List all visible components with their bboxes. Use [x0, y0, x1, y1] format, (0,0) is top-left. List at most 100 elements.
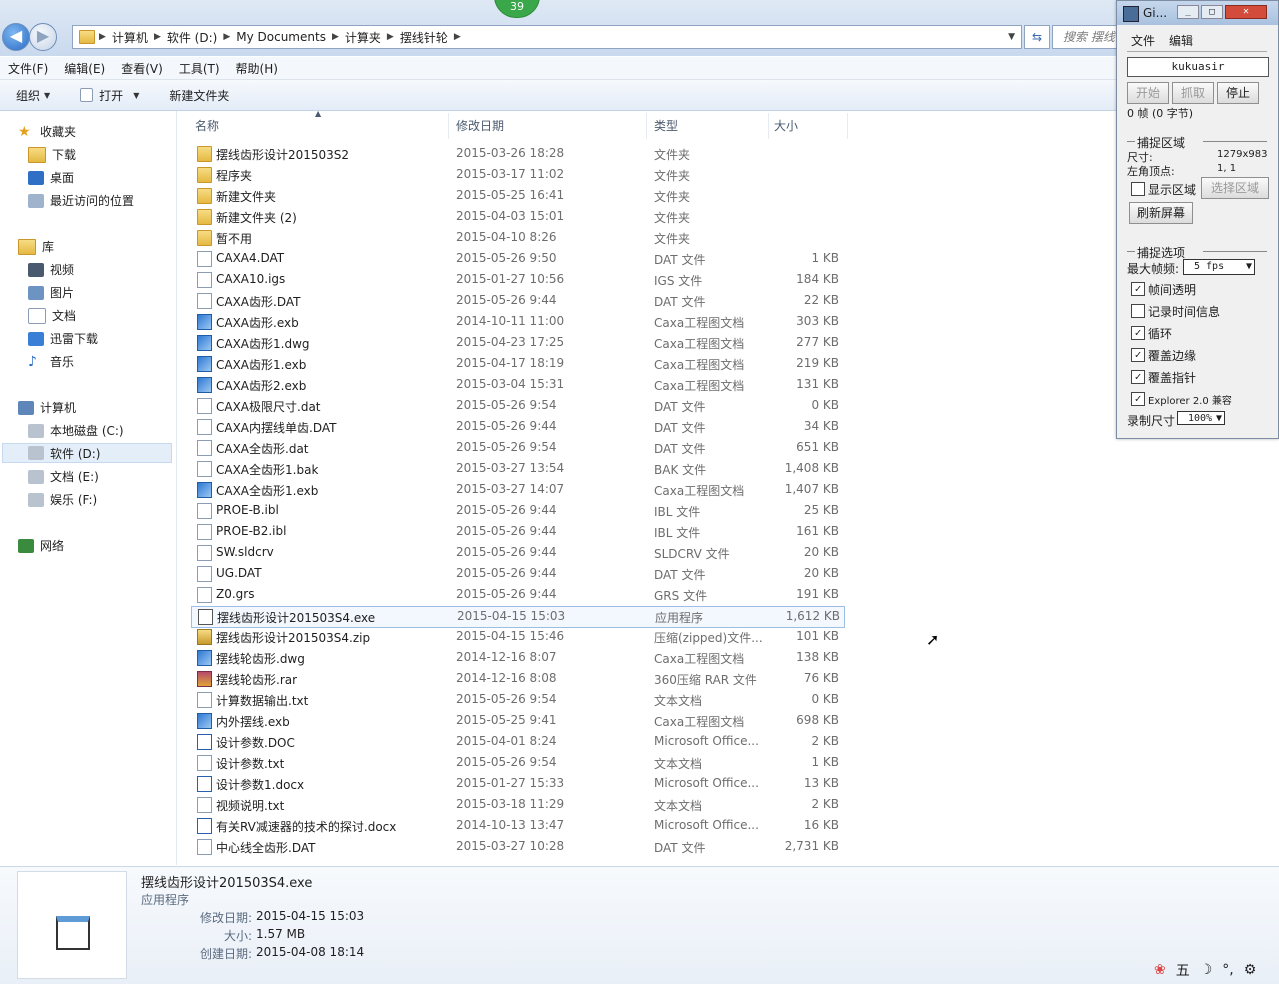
- fps-select[interactable]: 5 fps ▼: [1183, 259, 1255, 275]
- table-row[interactable]: CAXA齿形2.exb 2015-03-04 15:31 Caxa工程图文档 131 …: [191, 375, 843, 395]
- table-row[interactable]: CAXA齿形.exb 2014-10-11 11:00 Caxa工程图文档 303 K…: [191, 312, 843, 332]
- border-checkbox[interactable]: ✓: [1131, 348, 1145, 362]
- table-row[interactable]: CAXA极限尺寸.dat 2015-05-26 9:54 DAT 文件 0 KB: [191, 396, 843, 416]
- table-row[interactable]: 设计参数1.docx 2015-01-27 15:33 Microsoft Offi…: [191, 774, 843, 794]
- breadcrumb-mydocuments[interactable]: My Documents: [232, 30, 330, 44]
- table-row[interactable]: 摆线齿形设计201503S4.exe 2015-04-15 15:03 应用程序 1,…: [191, 606, 845, 628]
- table-row[interactable]: CAXA内摆线单齿.DAT 2015-05-26 9:44 DAT 文件 34 KB: [191, 417, 843, 437]
- nav-computer[interactable]: 计算机: [18, 399, 76, 416]
- back-button[interactable]: ◀: [2, 23, 30, 51]
- nav-drive-e[interactable]: 文档 (E:): [28, 468, 99, 485]
- capture-button[interactable]: 抓取: [1172, 82, 1214, 104]
- nav-videos[interactable]: 视频: [28, 261, 74, 278]
- menu-help[interactable]: 帮助(H): [228, 60, 286, 77]
- column-divider[interactable]: [768, 113, 769, 139]
- recorder-menu-file[interactable]: 文件: [1131, 32, 1155, 49]
- nav-drive-c[interactable]: 本地磁盘 (C:): [28, 422, 124, 439]
- table-row[interactable]: 摆线齿形设计201503S2 2015-03-26 18:28 文件夹: [191, 144, 843, 164]
- stop-button[interactable]: 停止: [1217, 82, 1259, 104]
- breadcrumb-computer[interactable]: 计算机: [108, 29, 152, 46]
- nav-libraries[interactable]: 库: [18, 238, 54, 255]
- nav-pictures[interactable]: 图片: [28, 284, 74, 301]
- nav-recent[interactable]: 最近访问的位置: [28, 192, 134, 209]
- recorder-menu-edit[interactable]: 编辑: [1169, 32, 1193, 49]
- table-row[interactable]: CAXA齿形1.exb 2015-04-17 18:19 Caxa工程图文档 219 …: [191, 354, 843, 374]
- moon-icon[interactable]: ☽: [1200, 962, 1213, 978]
- new-folder-button[interactable]: 新建文件夹: [149, 87, 239, 104]
- close-button[interactable]: ✕: [1225, 5, 1267, 19]
- menu-tools[interactable]: 工具(T): [171, 60, 228, 77]
- table-row[interactable]: 有关RV减速器的技术的探讨.docx 2014-10-13 13:47 Micros…: [191, 816, 843, 836]
- column-divider[interactable]: [448, 113, 449, 139]
- nav-drive-d[interactable]: 软件 (D:): [2, 443, 172, 463]
- nav-music[interactable]: ♪ 音乐: [28, 353, 74, 370]
- recorder-titlebar[interactable]: Gi... _ □ ✕: [1117, 1, 1278, 25]
- ime-mode[interactable]: 五: [1176, 960, 1190, 980]
- rec-size-select[interactable]: 100% ▼: [1177, 411, 1225, 425]
- timeinfo-checkbox[interactable]: [1131, 304, 1145, 318]
- menu-view[interactable]: 查看(V): [113, 60, 171, 77]
- refresh-button[interactable]: ⇆: [1024, 25, 1050, 49]
- select-region-button[interactable]: 选择区域: [1201, 177, 1269, 199]
- table-row[interactable]: CAXA全齿形.dat 2015-05-26 9:54 DAT 文件 651 KB: [191, 438, 843, 458]
- table-row[interactable]: CAXA齿形.DAT 2015-05-26 9:44 DAT 文件 22 KB: [191, 291, 843, 311]
- breadcrumb-drive[interactable]: 软件 (D:): [163, 29, 221, 46]
- table-row[interactable]: 暂不用 2015-04-10 8:26 文件夹: [191, 228, 843, 248]
- nav-xunlei[interactable]: 迅雷下载: [28, 330, 98, 347]
- start-button[interactable]: 开始: [1127, 82, 1169, 104]
- transparent-checkbox[interactable]: ✓: [1131, 282, 1145, 296]
- table-row[interactable]: 新建文件夹 (2) 2015-04-03 15:01 文件夹: [191, 207, 843, 227]
- table-row[interactable]: PROE-B2.ibl 2015-05-26 9:44 IBL 文件 161 KB: [191, 522, 843, 542]
- pointer-checkbox[interactable]: ✓: [1131, 370, 1145, 384]
- table-row[interactable]: CAXA4.DAT 2015-05-26 9:50 DAT 文件 1 KB: [191, 249, 843, 269]
- breadcrumb-calc[interactable]: 计算夹: [341, 29, 385, 46]
- organize-button[interactable]: 组织 ▼: [0, 87, 60, 104]
- table-row[interactable]: 视频说明.txt 2015-03-18 11:29 文本文档 2 KB: [191, 795, 843, 815]
- nav-network[interactable]: 网络: [18, 537, 64, 554]
- table-row[interactable]: 计算数据输出.txt 2015-05-26 9:54 文本文档 0 KB: [191, 690, 843, 710]
- nav-downloads[interactable]: 下载: [28, 146, 76, 163]
- column-header-date[interactable]: 修改日期: [456, 117, 504, 134]
- menu-edit[interactable]: 编辑(E): [56, 60, 113, 77]
- table-row[interactable]: 摆线轮齿形.dwg 2014-12-16 8:07 Caxa工程图文档 138 KB: [191, 648, 843, 668]
- menu-file[interactable]: 文件(F): [0, 60, 56, 77]
- recorder-user-field[interactable]: kukuasir: [1127, 57, 1269, 77]
- forward-button[interactable]: ▶: [29, 23, 57, 51]
- nav-drive-f[interactable]: 娱乐 (F:): [28, 491, 97, 508]
- nav-desktop[interactable]: 桌面: [28, 169, 74, 186]
- column-header-type[interactable]: 类型: [654, 117, 678, 134]
- column-divider[interactable]: [646, 113, 647, 139]
- table-row[interactable]: CAXA10.igs 2015-01-27 10:56 IGS 文件 184 KB: [191, 270, 843, 290]
- refresh-screen-button[interactable]: 刷新屏幕: [1129, 202, 1193, 224]
- table-row[interactable]: CAXA全齿形1.exb 2015-03-27 14:07 Caxa工程图文档 1,4…: [191, 480, 843, 500]
- table-row[interactable]: 摆线轮齿形.rar 2014-12-16 8:08 360压缩 RAR 文件 76 K…: [191, 669, 843, 689]
- explorer-checkbox[interactable]: ✓: [1131, 392, 1145, 406]
- table-row[interactable]: Z0.grs 2015-05-26 9:44 GRS 文件 191 KB: [191, 585, 843, 605]
- column-header-name[interactable]: 名称: [195, 117, 219, 134]
- open-button[interactable]: 打开 ▼: [60, 87, 149, 104]
- address-dropdown-icon[interactable]: ▼: [1006, 32, 1021, 42]
- table-row[interactable]: CAXA齿形1.dwg 2015-04-23 17:25 Caxa工程图文档 277 …: [191, 333, 843, 353]
- table-row[interactable]: 中心线全齿形.DAT 2015-03-27 10:28 DAT 文件 2,731 KB: [191, 837, 843, 857]
- table-row[interactable]: 内外摆线.exb 2015-05-25 9:41 Caxa工程图文档 698 KB: [191, 711, 843, 731]
- paw-icon[interactable]: ❀: [1154, 962, 1166, 978]
- nav-documents[interactable]: 文档: [28, 307, 76, 324]
- table-row[interactable]: CAXA全齿形1.bak 2015-03-27 13:54 BAK 文件 1,408 …: [191, 459, 843, 479]
- table-row[interactable]: 新建文件夹 2015-05-25 16:41 文件夹: [191, 186, 843, 206]
- punctuation-icon[interactable]: °,: [1222, 962, 1233, 978]
- nav-favorites[interactable]: ★ 收藏夹: [18, 123, 76, 140]
- breadcrumb-current[interactable]: 摆线针轮: [396, 29, 452, 46]
- column-divider[interactable]: [847, 113, 848, 139]
- maximize-button[interactable]: □: [1201, 5, 1223, 19]
- show-region-checkbox[interactable]: [1131, 182, 1145, 196]
- table-row[interactable]: 摆线齿形设计201503S4.zip 2015-04-15 15:46 压缩(zip…: [191, 627, 843, 647]
- table-row[interactable]: 程序夹 2015-03-17 11:02 文件夹: [191, 165, 843, 185]
- minimize-button[interactable]: _: [1177, 5, 1199, 19]
- column-header-size[interactable]: 大小: [774, 117, 798, 134]
- table-row[interactable]: UG.DAT 2015-05-26 9:44 DAT 文件 20 KB: [191, 564, 843, 584]
- table-row[interactable]: 设计参数.txt 2015-05-26 9:54 文本文档 1 KB: [191, 753, 843, 773]
- address-input[interactable]: ▶ 计算机 ▶ 软件 (D:) ▶ My Documents ▶ 计算夹 ▶ 摆…: [72, 25, 1022, 49]
- table-row[interactable]: PROE-B.ibl 2015-05-26 9:44 IBL 文件 25 KB: [191, 501, 843, 521]
- loop-checkbox[interactable]: ✓: [1131, 326, 1145, 340]
- table-row[interactable]: 设计参数.DOC 2015-04-01 8:24 Microsoft Office.…: [191, 732, 843, 752]
